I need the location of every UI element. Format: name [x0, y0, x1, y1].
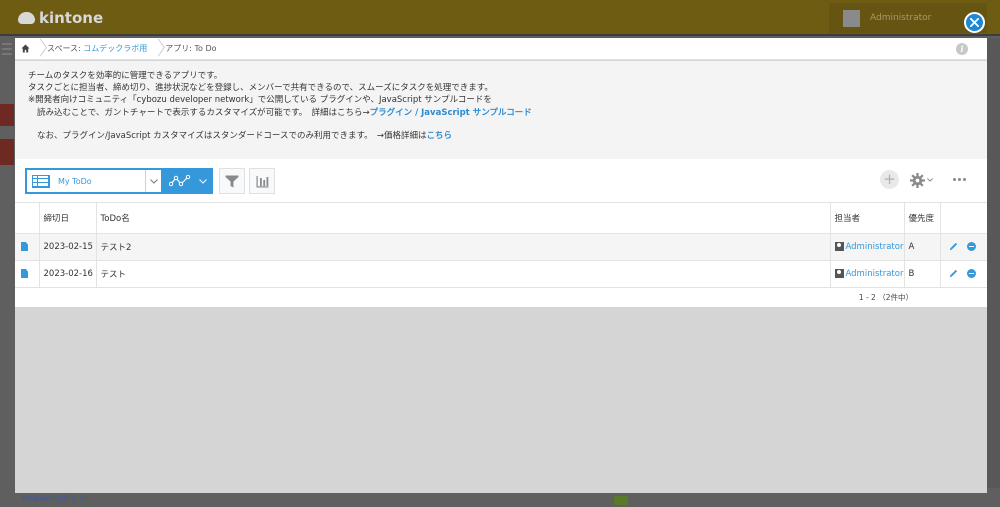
settings-button[interactable] — [910, 170, 938, 190]
background-panel — [987, 38, 1000, 488]
todo-name-cell: テスト2 — [96, 233, 831, 261]
kintone-logo: kintone — [18, 9, 103, 27]
header-assignee[interactable]: 担当者 — [830, 203, 905, 234]
breadcrumb-app: アプリ: To Do — [165, 44, 217, 53]
user-avatar-icon — [843, 9, 860, 27]
record-icon[interactable] — [21, 269, 28, 278]
breadcrumb-space-link[interactable]: コムデックラボ用 — [83, 44, 147, 53]
view-toolbar: My ToDo + — [15, 159, 987, 203]
chart-icon — [256, 175, 268, 187]
deadline-cell: 2023-02-16 — [39, 260, 97, 288]
record-list: 締切日 ToDo名 担当者 優先度 2023-02-15 テスト2 Admini… — [15, 203, 987, 307]
assignee-link[interactable]: Administrator — [834, 268, 904, 279]
home-icon — [20, 44, 30, 53]
background-panel — [0, 139, 14, 165]
description-text: 読み込むことで、ガントチャートで表示するカスタマイズが可能です。 詳細はこちら→ — [37, 107, 370, 118]
link-separator: / — [412, 107, 422, 118]
description-line: 読み込むことで、ガントチャートで表示するカスタマイズが可能です。 詳細はこちら→… — [28, 107, 987, 119]
more-icon[interactable] — [949, 171, 969, 187]
kviewer-login-link: kViewerログイン — [22, 494, 86, 503]
header-user-menu: Administrator — [829, 3, 987, 33]
pagination-info: 1 - 2 （2件中） — [858, 293, 913, 302]
breadcrumb-separator — [35, 38, 43, 60]
filter-icon — [225, 175, 239, 187]
background-panel — [0, 104, 14, 126]
header-user-name: Administrator — [870, 13, 932, 23]
description-line: ※開発者向けコミュニティ「cybozu developer network」で公… — [28, 95, 492, 106]
edit-icon[interactable] — [949, 242, 958, 251]
header-todo-name[interactable]: ToDo名 — [96, 203, 831, 234]
actions-cell — [940, 233, 987, 261]
user-icon — [834, 269, 844, 278]
chevron-down-icon — [927, 178, 933, 182]
table-view-icon — [32, 174, 50, 188]
price-link[interactable]: こちら — [427, 131, 453, 141]
records-table: 締切日 ToDo名 担当者 優先度 2023-02-15 テスト2 Admini… — [15, 203, 987, 288]
assignee-link[interactable]: Administrator — [834, 241, 904, 252]
record-detail-cell — [15, 233, 40, 261]
hamburger-icon — [0, 38, 14, 60]
view-selector-label: My ToDo — [58, 176, 92, 186]
background-badge — [614, 496, 628, 505]
record-detail-cell — [15, 260, 40, 288]
priority-cell: B — [904, 260, 941, 288]
table-header-row: 締切日 ToDo名 担当者 優先度 — [15, 203, 987, 234]
graph-icon — [169, 175, 191, 187]
table-row: 2023-02-16 テスト Administrator B — [15, 260, 987, 288]
record-icon[interactable] — [21, 242, 28, 251]
description-line: タスクごとに担当者、締め切り、進捗状況などを登録し、メンバーで共有できるので、ス… — [28, 83, 493, 94]
app-description: チームのタスクを効率的に管理できるアプリです。 タスクごとに担当者、締め切り、進… — [15, 61, 987, 159]
js-sample-link[interactable]: JavaScript サンプルコード — [421, 108, 532, 118]
add-record-button[interactable]: + — [880, 170, 899, 189]
assignee-cell: Administrator — [830, 260, 905, 288]
close-icon — [970, 18, 979, 27]
kintone-logo-icon — [18, 12, 35, 24]
description-line: チームのタスクを効率的に管理できるアプリです。 — [28, 71, 223, 81]
table-row: 2023-02-15 テスト2 Administrator A — [15, 233, 987, 261]
priority-cell: A — [904, 233, 941, 261]
description-line: なお、プラグイン/JavaScript カスタマイズはスタンダードコースでのみ利… — [28, 130, 987, 142]
breadcrumb-space-prefix: スペース: — [47, 44, 84, 53]
header-actions — [940, 203, 987, 234]
home-button[interactable] — [15, 38, 35, 60]
chart-button[interactable] — [249, 168, 275, 194]
actions-cell — [940, 260, 987, 288]
breadcrumb-space: スペース: コムデックラボ用 — [43, 43, 153, 54]
gear-icon — [910, 172, 925, 188]
assignee-name: Administrator — [845, 241, 904, 252]
info-icon[interactable]: i — [956, 43, 968, 55]
plugin-link[interactable]: プラグイン — [370, 108, 413, 118]
header-blank — [15, 203, 40, 234]
edit-icon[interactable] — [949, 269, 958, 278]
breadcrumb-separator — [153, 38, 161, 60]
kintone-logo-text: kintone — [39, 9, 104, 27]
header-deadline[interactable]: 締切日 — [39, 203, 97, 234]
assignee-cell: Administrator — [830, 233, 905, 261]
graph-view-button[interactable] — [163, 168, 213, 194]
user-icon — [834, 242, 844, 251]
filter-button[interactable] — [219, 168, 245, 194]
plus-icon: + — [883, 170, 896, 188]
header-priority[interactable]: 優先度 — [904, 203, 941, 234]
breadcrumb: スペース: コムデックラボ用 アプリ: To Do i — [15, 38, 987, 60]
chevron-down-icon — [199, 178, 207, 184]
delete-icon[interactable] — [966, 242, 976, 251]
todo-name-cell: テスト — [96, 260, 831, 288]
deadline-cell: 2023-02-15 — [39, 233, 97, 261]
view-selector[interactable]: My ToDo — [25, 168, 163, 194]
delete-icon[interactable] — [966, 269, 976, 278]
assignee-name: Administrator — [845, 268, 904, 279]
description-text: なお、プラグイン/JavaScript カスタマイズはスタンダードコースでのみ利… — [37, 130, 427, 141]
chevron-down-icon — [145, 170, 161, 192]
app-modal: スペース: コムデックラボ用 アプリ: To Do i チームのタスクを効率的に… — [15, 38, 987, 493]
close-modal-button[interactable] — [964, 12, 985, 33]
